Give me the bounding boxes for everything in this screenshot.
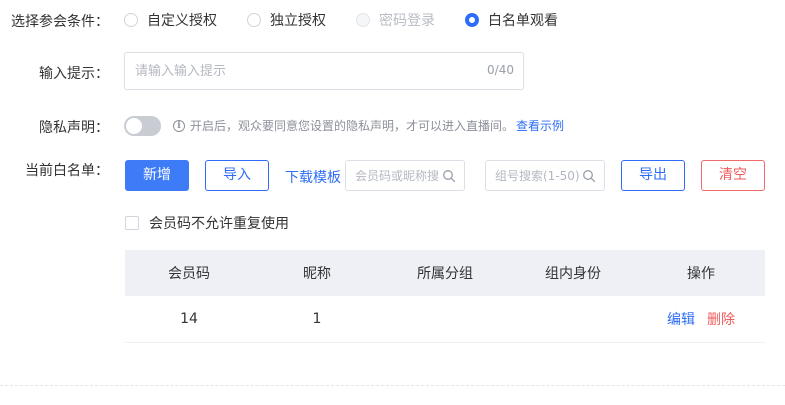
whitelist-label: 当前白名单：: [25, 163, 109, 179]
radio-circle: [124, 13, 138, 27]
search-icon[interactable]: [442, 169, 456, 183]
column-header: 操作: [687, 266, 715, 282]
no-repeat-checkbox[interactable]: [125, 216, 139, 230]
privacy-hint-text: 开启后，观众要同意您设置的隐私声明，才可以进入直播间。: [190, 119, 515, 133]
conditions-label: 选择参会条件：: [11, 14, 109, 30]
section-divider: [0, 385, 785, 386]
radio-label: 密码登录: [379, 13, 435, 29]
whitelist-table: 会员码 昵称 所属分组 组内身份 操作 14 1 编辑 删除: [125, 250, 765, 343]
char-counter: 0/40: [487, 63, 514, 77]
toggle-knob: [126, 118, 142, 134]
radio-custom-auth[interactable]: 自定义授权: [124, 10, 217, 30]
prompt-label: 输入提示：: [39, 66, 109, 82]
column-header: 昵称: [303, 266, 331, 282]
group-search: [485, 160, 605, 191]
cell-nickname: 1: [312, 311, 322, 327]
privacy-hint: i 开启后，观众要同意您设置的隐私声明，才可以进入直播间。 查看示例: [173, 117, 564, 134]
column-header: 组内身份: [545, 266, 601, 282]
column-header: 所属分组: [417, 266, 473, 282]
group-search-input[interactable]: [486, 161, 585, 190]
column-header: 会员码: [168, 266, 210, 282]
export-button[interactable]: 导出: [621, 160, 685, 191]
clear-button[interactable]: 清空: [701, 160, 765, 191]
radio-label: 自定义授权: [147, 13, 217, 29]
download-template-link[interactable]: 下载模板: [285, 167, 341, 187]
privacy-toggle[interactable]: [124, 116, 161, 136]
prompt-input-box: 0/40: [124, 52, 524, 90]
radio-circle: [247, 13, 261, 27]
radio-circle: [356, 13, 370, 27]
table-header: 会员码 昵称 所属分组 组内身份 操作: [125, 250, 765, 296]
import-button[interactable]: 导入: [205, 160, 269, 191]
radio-label: 白名单观看: [488, 13, 558, 29]
view-example-link[interactable]: 查看示例: [516, 117, 564, 134]
no-repeat-label: 会员码不允许重复使用: [149, 216, 289, 232]
cell-member-code: 14: [180, 311, 198, 327]
radio-independent-auth[interactable]: 独立授权: [247, 10, 326, 30]
prompt-input[interactable]: [125, 53, 485, 89]
radio-circle: [465, 13, 479, 27]
search-icon[interactable]: [582, 169, 596, 183]
privacy-label: 隐私声明：: [39, 120, 109, 136]
info-icon: i: [173, 119, 185, 132]
member-search-input[interactable]: [346, 161, 441, 190]
edit-link[interactable]: 编辑: [667, 312, 695, 328]
table-row: 14 1 编辑 删除: [125, 296, 765, 343]
cell-actions: 编辑 删除: [637, 309, 765, 329]
radio-whitelist[interactable]: 白名单观看: [465, 10, 558, 30]
member-search: [345, 160, 465, 191]
add-button[interactable]: 新增: [125, 160, 189, 191]
radio-password-login: 密码登录: [356, 10, 435, 30]
delete-link[interactable]: 删除: [707, 312, 735, 328]
radio-label: 独立授权: [270, 13, 326, 29]
conditions-radio-group: 自定义授权 独立授权 密码登录 白名单观看: [124, 10, 588, 30]
no-repeat-option[interactable]: 会员码不允许重复使用: [125, 213, 289, 233]
